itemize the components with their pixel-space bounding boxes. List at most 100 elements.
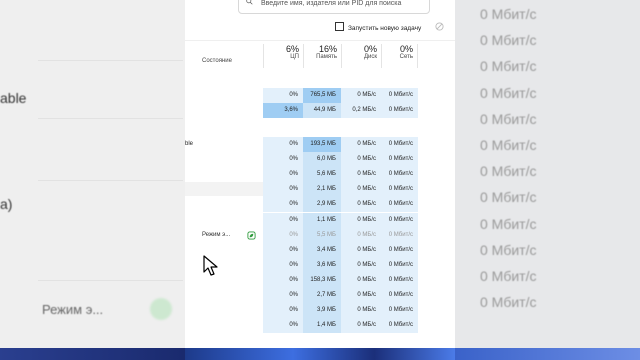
process-row[interactable]: 0% 1,4 МБ 0 МБ/с 0 Мбит/с (185, 318, 455, 334)
header-disk-pct: 0% (363, 44, 377, 54)
header-memory[interactable]: 16% Память (303, 44, 341, 68)
process-row[interactable]: 0% 5,6 МБ 0 МБ/с 0 Мбит/с (185, 167, 455, 183)
background-net-value: 0 Мбит/с (480, 163, 537, 180)
row-cpu-value: 0% (263, 137, 303, 152)
row-cpu-value: 0% (263, 212, 303, 228)
background-net-value: 0 Мбит/с (480, 137, 537, 153)
row-net-value: 0 Мбит/с (381, 197, 418, 213)
wallpaper-strip (185, 348, 455, 360)
task-manager-window: Введите имя, издателя или PID для поиска… (185, 0, 455, 348)
process-row[interactable]: 0% 2,9 МБ 0 МБ/с 0 Мбит/с (185, 197, 455, 213)
row-disk-value: 0 МБ/с (341, 257, 381, 273)
header-network-pct: 0% (399, 44, 413, 54)
row-mem-value: 2,1 МБ (303, 182, 341, 198)
row-net-value: 0 Мбит/с (381, 88, 418, 103)
background-net-value: 0 Мбит/с (480, 58, 537, 75)
row-net-value: 0 Мбит/с (381, 303, 418, 319)
background-left-text: a) (0, 196, 13, 212)
search-icon (246, 0, 253, 5)
row-mem-value: 193,5 МБ (303, 137, 341, 152)
row-mem-value: 3,4 МБ (303, 242, 341, 258)
wallpaper-strip-left (0, 348, 185, 360)
mouse-cursor-icon (203, 255, 218, 276)
row-disk-value: 0 МБ/с (341, 227, 381, 243)
row-net-value: 0 Мбит/с (381, 257, 418, 273)
process-row[interactable]: 0% 765,5 МБ 0 МБ/с 0 Мбит/с (185, 88, 455, 103)
row-net-value: 0 Мбит/с (381, 182, 418, 198)
new-task-button[interactable]: Запустить новую задачу (335, 22, 421, 32)
row-disk-value: 0 МБ/с (341, 242, 381, 258)
row-mem-value: 2,9 МБ (303, 197, 341, 213)
search-input[interactable]: Введите имя, издателя или PID для поиска (238, 0, 430, 14)
row-net-value: 0 Мбит/с (381, 242, 418, 258)
row-cpu-value: 0% (263, 272, 303, 288)
row-disk-value: 0 МБ/с (341, 212, 381, 228)
row-mem-value: 1,4 МБ (303, 318, 341, 334)
row-cpu-value: 0% (263, 288, 303, 303)
background-net-value: 0 Мбит/с (480, 84, 537, 101)
row-cpu-value: 0% (263, 318, 303, 334)
end-task-icon[interactable] (435, 22, 444, 31)
background-left-text: able (0, 90, 27, 106)
header-cpu[interactable]: 6% ЦП (263, 44, 303, 68)
row-net-value: 0 Мбит/с (381, 103, 418, 118)
process-row[interactable]: 0% 2,1 МБ 0 МБ/с 0 Мбит/с (185, 182, 455, 198)
row-cpu-value: 0% (263, 242, 303, 258)
row-net-value: 0 Мбит/с (381, 227, 418, 243)
row-state: Режим э... (202, 231, 231, 238)
row-net-value: 0 Мбит/с (381, 318, 418, 334)
header-name-column[interactable] (185, 44, 264, 68)
header-network-label: Сеть (399, 54, 413, 60)
row-disk-value: 0 МБ/с (341, 182, 381, 198)
background-state-text: Режим э... (42, 302, 104, 317)
efficiency-mode-leaf-icon (247, 231, 256, 240)
row-mem-value: 5,5 МБ (303, 227, 341, 243)
background-net-value: 0 Мбит/с (480, 32, 537, 49)
row-disk-value: 0 МБ/с (341, 272, 381, 288)
process-row[interactable]: 0% 158,3 МБ 0 МБ/с 0 Мбит/с (185, 272, 455, 288)
background-net-value: 0 Мбит/с (480, 189, 537, 206)
process-row[interactable]: 0% 2,7 МБ 0 МБ/с 0 Мбит/с (185, 288, 455, 303)
row-mem-value: 158,3 МБ (303, 272, 341, 288)
process-row[interactable]: 0% 6,0 МБ 0 МБ/с 0 Мбит/с (185, 152, 455, 168)
row-cpu-value: 3,6% (263, 103, 303, 118)
row-mem-value: 5,6 МБ (303, 167, 341, 183)
row-cpu-value: 0% (263, 152, 303, 168)
row-cpu-value: 0% (263, 303, 303, 319)
background-net-value: 0 Мбит/с (480, 6, 537, 22)
row-disk-value: 0 МБ/с (341, 88, 381, 103)
header-memory-label: Память (316, 54, 337, 60)
row-cpu-value: 0% (263, 182, 303, 198)
row-cpu-value: 0% (263, 257, 303, 273)
process-row[interactable]: 0% 1,1 МБ 0 МБ/с 0 Мбит/с (185, 212, 455, 228)
row-mem-value: 3,6 МБ (303, 257, 341, 273)
process-row[interactable]: 0% 193,5 МБ 0 МБ/с 0 Мбит/с (185, 137, 455, 152)
row-net-value: 0 Мбит/с (381, 152, 418, 168)
header-state[interactable]: Состояние (202, 58, 232, 64)
header-disk[interactable]: 0% Диск (341, 44, 381, 68)
new-task-icon (335, 22, 344, 31)
row-disk-value: 0,2 МБ/с (341, 103, 381, 118)
row-disk-value: 0 МБ/с (341, 318, 381, 334)
row-mem-value: 1,1 МБ (303, 212, 341, 228)
header-cpu-label: ЦП (290, 54, 299, 60)
process-row[interactable]: 0% 5,5 МБ 0 МБ/с 0 Мбит/с Режим э... (185, 227, 455, 243)
background-net-value: 0 Мбит/с (480, 294, 537, 311)
row-cpu-value: 0% (263, 227, 303, 243)
process-row[interactable]: 0% 3,9 МБ 0 МБ/с 0 Мбит/с (185, 303, 455, 319)
row-net-value: 0 Мбит/с (381, 167, 418, 183)
row-net-value: 0 Мбит/с (381, 272, 418, 288)
process-row[interactable]: 0% 3,4 МБ 0 МБ/с 0 Мбит/с (185, 242, 455, 258)
row-disk-value: 0 МБ/с (341, 288, 381, 303)
row-disk-value: 0 МБ/с (341, 167, 381, 183)
row-mem-value: 2,7 МБ (303, 288, 341, 303)
header-disk-label: Диск (363, 54, 377, 60)
background-leaf-icon (150, 298, 172, 320)
row-mem-value: 6,0 МБ (303, 152, 341, 168)
row-net-value: 0 Мбит/с (381, 212, 418, 228)
header-network[interactable]: 0% Сеть (381, 44, 418, 68)
process-row[interactable]: 0% 3,6 МБ 0 МБ/с 0 Мбит/с (185, 257, 455, 273)
row-disk-value: 0 МБ/с (341, 303, 381, 319)
row-cpu-value: 0% (263, 197, 303, 213)
process-row[interactable]: 3,6% 44,9 МБ 0,2 МБ/с 0 Мбит/с (185, 103, 455, 118)
